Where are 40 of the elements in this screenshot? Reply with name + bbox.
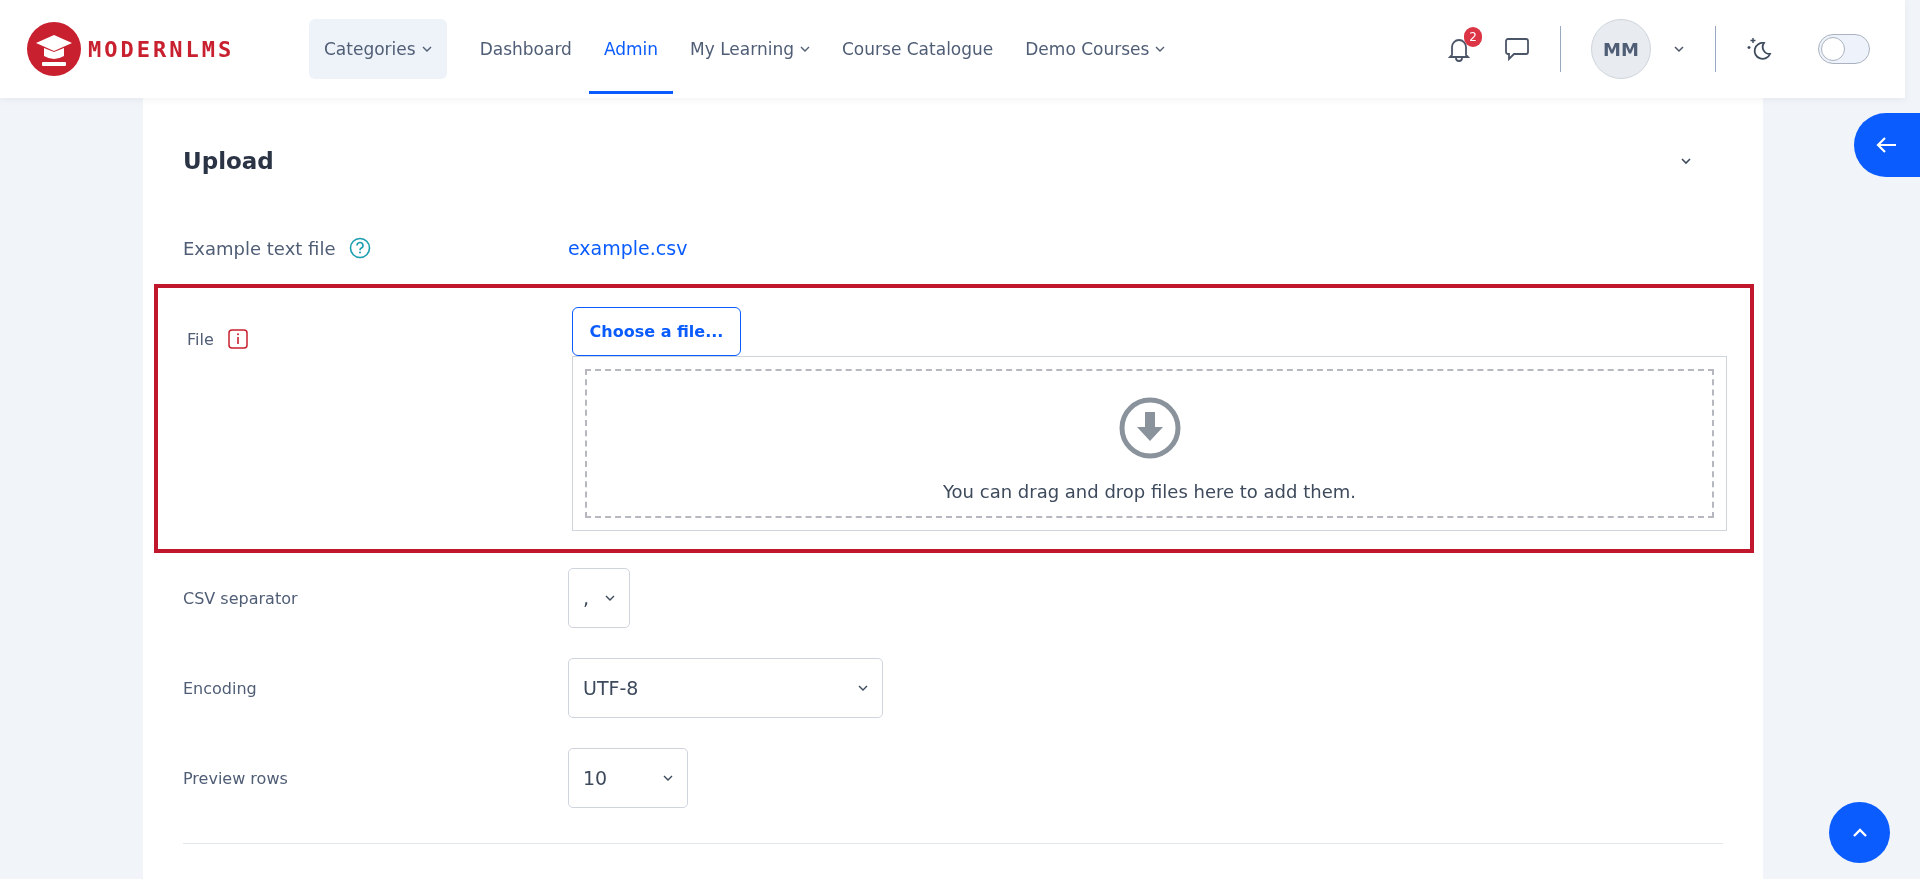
back-to-top-button[interactable] <box>1829 802 1890 863</box>
select-field[interactable]: 10 <box>568 748 688 808</box>
chevron-icon[interactable] <box>1679 156 1693 166</box>
caret-icon <box>421 46 432 52</box>
user-avatar[interactable]: MM <box>1591 19 1651 79</box>
moon-icon <box>1746 35 1774 63</box>
section-title: Upload <box>183 148 274 174</box>
logo-icon <box>26 21 82 77</box>
help-icon[interactable] <box>349 237 372 259</box>
select-field[interactable]: , <box>568 568 630 628</box>
chevron-up-icon <box>1851 827 1868 838</box>
drawer-toggle-button[interactable] <box>1854 113 1920 177</box>
caret-icon[interactable] <box>1673 45 1685 53</box>
nav-item[interactable]: Course Catalogue <box>827 0 1009 98</box>
caret-icon <box>663 775 673 781</box>
choose-file-button[interactable]: Choose a file... <box>572 307 741 356</box>
field-label: CSV separator <box>183 588 298 608</box>
nav-item[interactable]: Dashboard <box>464 0 587 98</box>
nav-item[interactable]: Demo Courses <box>1010 0 1181 98</box>
arrow-left-icon <box>1876 136 1898 154</box>
nav-item[interactable]: Categories <box>309 19 447 79</box>
caret-icon <box>605 595 615 601</box>
caret-icon <box>800 46 810 52</box>
drop-zone[interactable]: You can drag and drop files here to add them. <box>585 369 1714 518</box>
field-label: Example text file <box>183 237 336 259</box>
caret-icon <box>858 685 868 691</box>
brand-name[interactable]: MODERNLMS <box>88 36 235 62</box>
download-icon <box>1118 397 1181 459</box>
field-label: Preview rows <box>183 768 288 788</box>
select-field[interactable]: UTF-8 <box>568 658 883 718</box>
example-file-link[interactable]: example.csv <box>568 237 688 259</box>
notification-count: 2 <box>1464 27 1482 47</box>
nav-item[interactable]: Admin <box>588 4 674 94</box>
caret-icon <box>1155 46 1166 52</box>
drop-hint: You can drag and drop files here to add them. <box>943 481 1356 502</box>
chat-icon[interactable] <box>1504 37 1530 61</box>
field-label: Encoding <box>183 678 257 698</box>
dark-mode-toggle[interactable] <box>1818 34 1870 64</box>
field-label: File <box>187 329 214 349</box>
nav-item[interactable]: My Learning <box>675 0 825 98</box>
